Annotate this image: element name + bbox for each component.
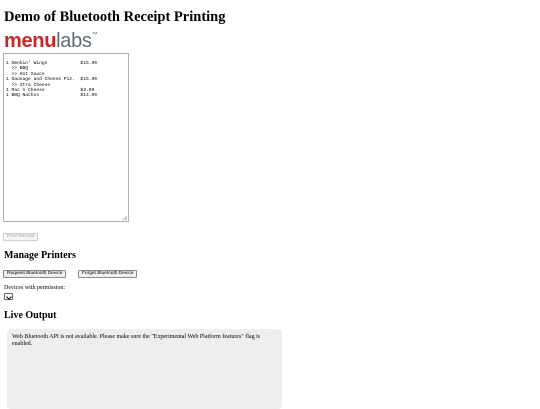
manage-printers-heading: Manage Printers (4, 250, 76, 261)
page-title: Demo of Bluetooth Receipt Printing (4, 9, 226, 25)
receipt-line: 1 BBQ Nachos $14.99 (6, 93, 97, 99)
logo-labs-text: labs (56, 30, 92, 52)
devices-with-permission-label: Devices with permission: (4, 285, 65, 291)
live-output-log: Web Bluetooth API is not available. Plea… (7, 329, 282, 409)
devices-select[interactable] (4, 293, 13, 300)
print-receipt-button[interactable]: Print Receipt (3, 233, 39, 241)
chevron-down-icon (6, 294, 12, 300)
logo-trademark: ™ (91, 32, 98, 38)
menulabs-logo: menulabs™ (4, 30, 98, 52)
request-bluetooth-device-button[interactable]: Request Bluetooth Device (3, 270, 67, 278)
forget-bluetooth-device-button[interactable]: Forget Bluetooth Device (78, 270, 138, 278)
live-output-heading: Live Output (4, 310, 57, 321)
resize-handle-icon[interactable] (123, 216, 127, 220)
live-output-message: Web Bluetooth API is not available. Plea… (12, 334, 261, 347)
logo-menu-text: menu (4, 30, 57, 52)
receipt-textarea[interactable]: 1 Smokin' Wings $15.99 >> BBQ >> Hot Sau… (3, 53, 129, 222)
